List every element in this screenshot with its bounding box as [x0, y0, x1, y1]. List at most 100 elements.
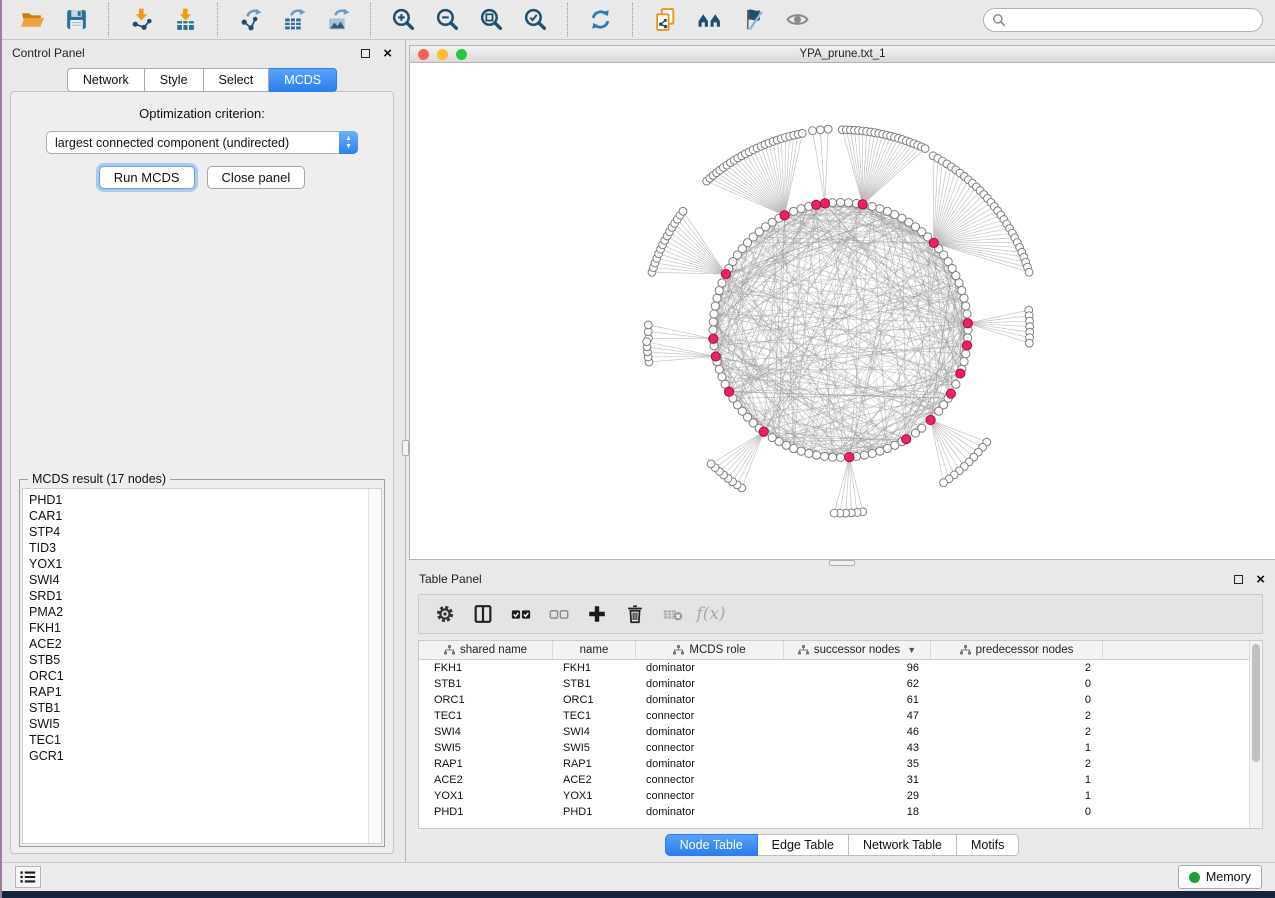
- export-image-button[interactable]: [320, 3, 356, 37]
- table-row[interactable]: ORC1ORC1dominator610: [419, 692, 1262, 708]
- table-panel: Table Panel × f(x) shared namenameM: [409, 566, 1275, 862]
- table-options-button[interactable]: [429, 598, 461, 630]
- mcds-result-item[interactable]: ACE2: [29, 636, 368, 652]
- memory-button[interactable]: Memory: [1178, 865, 1262, 889]
- mcds-result-item[interactable]: SWI4: [29, 572, 368, 588]
- zoom-in-button[interactable]: [385, 3, 421, 37]
- memory-status-icon: [1189, 872, 1200, 883]
- save-session-button[interactable]: [58, 3, 94, 37]
- run-mcds-button[interactable]: Run MCDS: [99, 166, 195, 189]
- sort-chevron-icon: ▼: [907, 645, 916, 655]
- mcds-result-item[interactable]: YOX1: [29, 556, 368, 572]
- close-panel-button[interactable]: Close panel: [207, 166, 306, 189]
- cell-successor-nodes: 61: [784, 692, 931, 708]
- float-panel-icon[interactable]: [1234, 575, 1243, 584]
- mcds-list-scrollbar[interactable]: [368, 489, 381, 843]
- table-row[interactable]: RAP1RAP1dominator352: [419, 756, 1262, 772]
- mcds-result-item[interactable]: SWI5: [29, 716, 368, 732]
- tab-node-table[interactable]: Node Table: [665, 834, 758, 856]
- tab-mcds[interactable]: MCDS: [269, 68, 337, 92]
- close-panel-icon[interactable]: ×: [1256, 572, 1265, 587]
- mcds-result-item[interactable]: PHD1: [29, 492, 368, 508]
- search-box[interactable]: [983, 8, 1263, 32]
- table-row[interactable]: SWI5SWI5connector431: [419, 740, 1262, 756]
- search-input[interactable]: [1006, 13, 1254, 27]
- mcds-result-item[interactable]: CAR1: [29, 508, 368, 524]
- close-panel-icon[interactable]: ×: [383, 46, 392, 61]
- table-row[interactable]: ACE2ACE2connector311: [419, 772, 1262, 788]
- import-network-button[interactable]: [123, 3, 159, 37]
- scrollbar-thumb[interactable]: [1252, 644, 1260, 762]
- function-builder-button[interactable]: f(x): [695, 598, 727, 630]
- delete-table-button[interactable]: [657, 598, 689, 630]
- tab-style[interactable]: Style: [145, 68, 204, 92]
- table-row[interactable]: YOX1YOX1connector291: [419, 788, 1262, 804]
- task-history-button[interactable]: [15, 866, 41, 888]
- mcds-result-item[interactable]: ORC1: [29, 668, 368, 684]
- cell-shared-name: SWI4: [419, 724, 553, 740]
- tab-select[interactable]: Select: [204, 68, 270, 92]
- tab-motifs[interactable]: Motifs: [957, 834, 1019, 856]
- cell-predecessor-nodes: 2: [931, 708, 1103, 724]
- deselect-all-button[interactable]: [543, 598, 575, 630]
- add-column-button[interactable]: [581, 598, 613, 630]
- vertical-splitter[interactable]: [402, 40, 409, 862]
- cell-MCDS-role: connector: [636, 740, 784, 756]
- mcds-result-item[interactable]: TID3: [29, 540, 368, 556]
- cytoscape-window: Control Panel × NetworkStyleSelectMCDS O…: [2, 0, 1275, 891]
- mcds-result-item[interactable]: STB5: [29, 652, 368, 668]
- mcds-result-item[interactable]: FKH1: [29, 620, 368, 636]
- tab-network-table[interactable]: Network Table: [849, 834, 957, 856]
- mcds-result-item[interactable]: GCR1: [29, 748, 368, 764]
- mcds-panel: Optimization criterion: largest connecte…: [10, 91, 394, 854]
- refresh-icon: [588, 7, 613, 32]
- hierarchy-icon: [798, 645, 809, 655]
- column-header-shared-name[interactable]: shared name: [419, 641, 553, 659]
- status-bar: Memory: [2, 862, 1275, 891]
- cell-successor-nodes: 96: [784, 660, 931, 676]
- show-columns-button[interactable]: [467, 598, 499, 630]
- select-all-button[interactable]: [505, 598, 537, 630]
- delete-column-button[interactable]: [619, 598, 651, 630]
- zoom-out-button[interactable]: [429, 3, 465, 37]
- dropdown-value: largest connected component (undirected): [47, 136, 339, 150]
- tab-network[interactable]: Network: [67, 68, 145, 92]
- table-row[interactable]: FKH1FKH1dominator962: [419, 660, 1262, 676]
- export-network-button[interactable]: [232, 3, 268, 37]
- control-panel-tabs: NetworkStyleSelectMCDS: [2, 68, 402, 92]
- refresh-button[interactable]: [582, 3, 618, 37]
- cell-predecessor-nodes: 1: [931, 740, 1103, 756]
- zoom-selected-button[interactable]: [517, 3, 553, 37]
- splitter-handle[interactable]: [402, 440, 409, 456]
- table-scrollbar[interactable]: [1249, 641, 1262, 828]
- table-row[interactable]: TEC1TEC1connector472: [419, 708, 1262, 724]
- mcds-result-item[interactable]: RAP1: [29, 684, 368, 700]
- optimization-criterion-dropdown[interactable]: largest connected component (undirected)…: [46, 131, 358, 154]
- column-header-MCDS-role[interactable]: MCDS role: [636, 641, 784, 659]
- zoom-fit-button[interactable]: [473, 3, 509, 37]
- binoculars-icon: [697, 7, 722, 32]
- tab-edge-table[interactable]: Edge Table: [758, 834, 849, 856]
- cell-name: TEC1: [553, 708, 636, 724]
- mcds-result-item[interactable]: STB1: [29, 700, 368, 716]
- import-table-button[interactable]: [167, 3, 203, 37]
- cell-successor-nodes: 35: [784, 756, 931, 772]
- column-header-name[interactable]: name: [553, 641, 636, 659]
- mcds-result-item[interactable]: PMA2: [29, 604, 368, 620]
- table-row[interactable]: STB1STB1dominator620: [419, 676, 1262, 692]
- mcds-result-item[interactable]: TEC1: [29, 732, 368, 748]
- table-row[interactable]: SWI4SWI4dominator462: [419, 724, 1262, 740]
- column-header-predecessor-nodes[interactable]: predecessor nodes: [931, 641, 1103, 659]
- first-neighbors-button[interactable]: [691, 3, 727, 37]
- mcds-result-item[interactable]: STP4: [29, 524, 368, 540]
- export-table-button[interactable]: [276, 3, 312, 37]
- mcds-result-item[interactable]: SRD1: [29, 588, 368, 604]
- column-header-successor-nodes[interactable]: successor nodes▼: [784, 641, 931, 659]
- open-file-button[interactable]: [14, 3, 50, 37]
- float-panel-icon[interactable]: [361, 49, 370, 58]
- annotation-button[interactable]: [735, 3, 771, 37]
- show-hide-button[interactable]: [779, 3, 815, 37]
- table-row[interactable]: PHD1PHD1dominator180: [419, 804, 1262, 820]
- network-canvas[interactable]: [410, 63, 1275, 559]
- clone-network-button[interactable]: [647, 3, 683, 37]
